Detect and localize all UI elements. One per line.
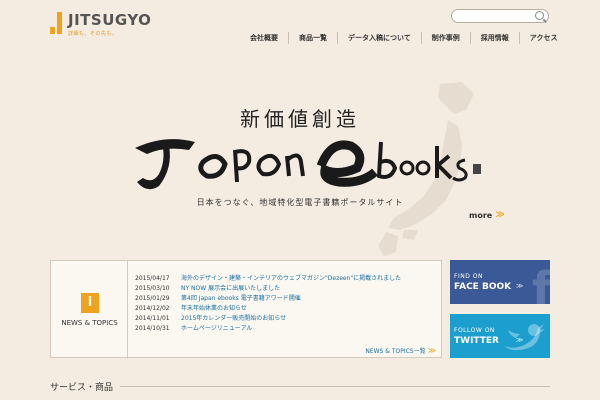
search-input[interactable] xyxy=(451,9,549,23)
twitter-small-label: FOLLOW ON xyxy=(454,327,495,334)
nav-products[interactable]: 商品一覧 xyxy=(288,32,337,44)
hero-more-label: more xyxy=(469,210,493,220)
nav-data-submission[interactable]: データ入稿について xyxy=(337,32,421,44)
news-item[interactable]: 2015/03/10 NY NOW 展示会に出展いたしました xyxy=(135,284,401,294)
nav-recruit[interactable]: 採用情報 xyxy=(469,32,519,44)
facebook-small-label: FIND ON xyxy=(454,273,483,280)
logo-text: JITSUGYO xyxy=(68,11,152,29)
news-date: 2015/04/17 xyxy=(135,275,170,282)
divider xyxy=(120,386,550,387)
site-logo[interactable]: JITSUGYO 詳細も、その先も。 xyxy=(50,12,151,37)
news-topics-header: i NEWS & TOPICS xyxy=(51,261,128,359)
news-link[interactable]: NY NOW 展示会に出展いたしました xyxy=(181,284,280,294)
double-chevron-right-icon: ≫ xyxy=(495,210,505,220)
double-chevron-right-icon: ≫ xyxy=(516,336,524,344)
twitter-bird-icon xyxy=(504,324,545,351)
news-link[interactable]: 第4回 Japan ebooks 電子書籍アワード開催 xyxy=(181,294,301,304)
nav-works[interactable]: 制作事例 xyxy=(420,32,470,44)
news-more-label: NEWS & TOPICS一覧 xyxy=(365,348,426,355)
facebook-big-label: FACE BOOK xyxy=(454,282,512,292)
news-link[interactable]: 年末年始休業のお知らせ xyxy=(181,304,247,314)
news-item[interactable]: 2014/11/01 2015年カレンダー販売開始のお知らせ xyxy=(135,314,401,324)
site-header: JITSUGYO 詳細も、その先も。 会社概要 商品一覧 データ入稿について 制… xyxy=(0,0,600,50)
japan-ebooks-calligraphy-logo xyxy=(135,139,481,190)
news-date: 2015/01/29 xyxy=(135,295,170,302)
double-chevron-right-icon: ≫ xyxy=(516,282,524,290)
twitter-big-label: TWITTER xyxy=(454,336,499,346)
logo-mark-icon xyxy=(50,12,64,34)
news-item[interactable]: 2015/01/29 第4回 Japan ebooks 電子書籍アワード開催 xyxy=(135,294,401,304)
news-topics-title: NEWS & TOPICS xyxy=(61,319,118,327)
double-chevron-right-icon: ≫ xyxy=(427,346,436,355)
news-date: 2014/10/31 xyxy=(135,325,170,332)
facebook-banner[interactable]: f FIND ON FACE BOOK ≫ xyxy=(450,260,550,304)
hero-more-link[interactable]: more ≫ xyxy=(469,210,505,220)
news-date: 2014/11/01 xyxy=(135,315,170,322)
nav-access[interactable]: アクセス xyxy=(518,32,568,44)
news-topics-panel: i NEWS & TOPICS 2015/04/17 海外のデザイン・建築・イン… xyxy=(50,260,442,359)
nav-company[interactable]: 会社概要 xyxy=(240,32,288,44)
logo-tagline: 詳細も、その先も。 xyxy=(68,31,118,37)
main-nav: 会社概要 商品一覧 データ入稿について 制作事例 採用情報 アクセス xyxy=(240,32,567,44)
hero-banner[interactable]: 新価値創造 日本をつなぐ、地域特化型電子書籍ポータルサイト more ≫ xyxy=(0,50,600,256)
news-item[interactable]: 2015/04/17 海外のデザイン・建築・インテリアのウェブマガジン"Deze… xyxy=(135,274,401,284)
search-icon[interactable] xyxy=(535,11,544,20)
news-item[interactable]: 2014/10/31 ホームページリニューアル xyxy=(135,324,401,334)
news-date: 2015/03/10 xyxy=(135,285,170,292)
services-heading: サービス・商品 xyxy=(50,383,114,393)
news-item[interactable]: 2014/12/02 年末年始休業のお知らせ xyxy=(135,304,401,314)
news-date: 2014/12/02 xyxy=(135,305,170,312)
info-icon: i xyxy=(81,293,99,313)
news-link[interactable]: ホームページリニューアル xyxy=(181,324,252,334)
hero-subtitle: 日本をつなぐ、地域特化型電子書籍ポータルサイト xyxy=(196,198,404,207)
facebook-logo-icon: f xyxy=(531,262,550,304)
news-link[interactable]: 2015年カレンダー販売開始のお知らせ xyxy=(181,314,286,324)
twitter-banner[interactable]: FOLLOW ON TWITTER ≫ xyxy=(450,314,550,358)
news-list: 2015/04/17 海外のデザイン・建築・インテリアのウェブマガジン"Deze… xyxy=(135,274,401,334)
news-more-link[interactable]: NEWS & TOPICS一覧 ≫ xyxy=(365,346,436,355)
news-link[interactable]: 海外のデザイン・建築・インテリアのウェブマガジン"Dezeen"に掲載されました xyxy=(181,274,401,284)
